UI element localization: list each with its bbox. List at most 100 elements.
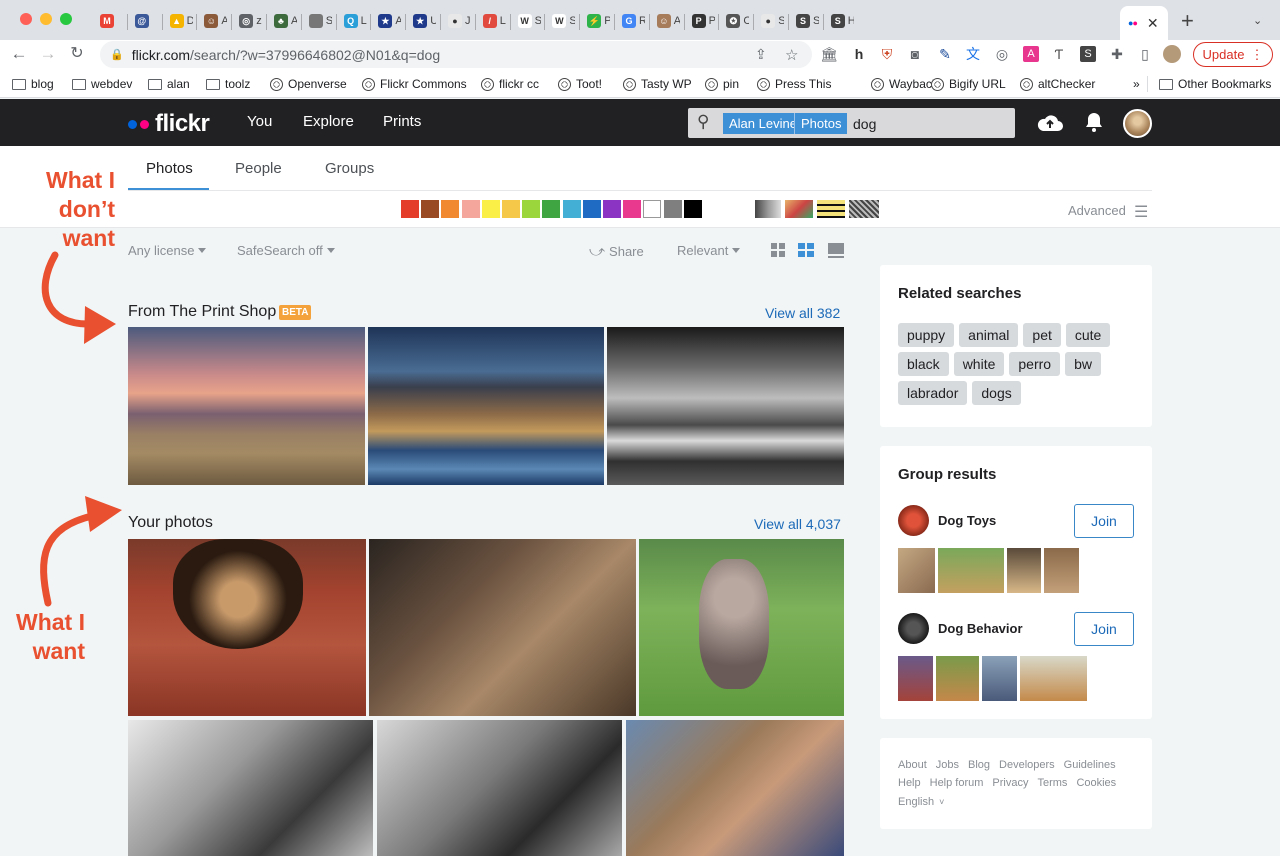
forward-arrow-icon[interactable]: → — [39, 44, 57, 64]
color-filter-swatch[interactable] — [502, 200, 520, 218]
filter-shallow-depth-swatch[interactable] — [785, 200, 813, 218]
browser-tab[interactable]: ♣Ar — [269, 6, 297, 36]
browser-tab[interactable]: ◎za — [234, 6, 262, 36]
close-window-button[interactable] — [20, 13, 32, 25]
browser-tab[interactable]: SHe — [826, 6, 854, 36]
bookmark-item[interactable]: Bigify URL — [931, 75, 1006, 93]
join-dog-toys-button[interactable]: Join — [1074, 504, 1134, 538]
advanced-search-link[interactable]: Advanced — [1068, 203, 1126, 218]
footer-link[interactable]: Guidelines — [1064, 759, 1116, 771]
join-dog-behavior-button[interactable]: Join — [1074, 612, 1134, 646]
bookmark-item[interactable]: blog — [12, 75, 54, 93]
browser-tab[interactable]: ⚡Po — [582, 6, 610, 36]
color-filter-swatch[interactable] — [441, 200, 459, 218]
address-bar[interactable]: 🔒 flickr.com/search/?w=37996646802@N01&q… — [100, 41, 812, 68]
minimize-window-button[interactable] — [40, 13, 52, 25]
profile-avatar[interactable] — [1163, 45, 1181, 63]
group-thumb[interactable] — [1007, 548, 1041, 593]
extension-camera-icon[interactable]: ◙ — [906, 44, 924, 64]
related-tag[interactable]: black — [898, 352, 949, 376]
bookmark-star-icon[interactable]: ☆ — [785, 46, 798, 64]
search-icon[interactable]: ⚲ — [697, 112, 709, 132]
browser-tab[interactable]: WSu — [513, 6, 541, 36]
nav-you[interactable]: You — [247, 113, 272, 130]
bookmark-item[interactable]: Tasty WP — [623, 75, 692, 93]
extension-s-icon[interactable]: S — [1080, 46, 1096, 62]
related-tag[interactable]: animal — [959, 323, 1018, 347]
bookmark-item[interactable]: toolz — [206, 75, 250, 93]
browser-tab[interactable]: ▲Da — [165, 6, 193, 36]
browser-tab[interactable]: M — [95, 6, 123, 36]
print-shop-view-all-link[interactable]: View all 382 — [765, 305, 840, 321]
browser-tab[interactable]: ★Ur — [408, 6, 436, 36]
tab-groups[interactable]: Groups — [325, 160, 374, 177]
bookmark-item[interactable]: flickr cc — [481, 75, 539, 93]
footer-link[interactable]: Developers — [999, 759, 1055, 771]
browser-tab[interactable]: ●Ju — [443, 6, 471, 36]
side-panel-icon[interactable]: ▯ — [1136, 44, 1154, 64]
print-shop-photo-bw-clouds[interactable] — [607, 327, 844, 485]
print-shop-photo-desert[interactable] — [128, 327, 365, 485]
browser-tab[interactable]: ●Se — [756, 6, 784, 36]
tab-search-icon[interactable]: ⌄ — [1253, 14, 1262, 27]
reload-icon[interactable]: ↻ — [68, 44, 86, 64]
nav-prints[interactable]: Prints — [383, 113, 421, 130]
flickr-logo[interactable]: flickr — [128, 110, 209, 138]
color-filter-swatch[interactable] — [401, 200, 419, 218]
group-thumb[interactable] — [936, 656, 979, 701]
search-chip-photos[interactable]: Photos — [795, 113, 847, 134]
browser-tab[interactable]: /Lo — [478, 6, 506, 36]
search-query[interactable]: dog — [853, 116, 876, 132]
related-tag[interactable]: white — [954, 352, 1005, 376]
related-tag[interactable]: pet — [1023, 323, 1060, 347]
group-thumb[interactable] — [938, 548, 1004, 593]
browser-tab[interactable]: GRo — [617, 6, 645, 36]
footer-link[interactable]: Blog — [968, 759, 990, 771]
browser-tab[interactable]: @ — [130, 6, 158, 36]
browser-tab[interactable]: Se — [304, 6, 332, 36]
extension-museum-icon[interactable]: 🏛 — [820, 44, 838, 64]
color-filter-swatch[interactable] — [603, 200, 621, 218]
your-photo-dog-with-man[interactable] — [626, 720, 844, 856]
group-thumb[interactable] — [982, 656, 1017, 701]
color-filter-swatch[interactable] — [684, 200, 702, 218]
browser-tab[interactable]: ☺A : — [199, 6, 227, 36]
filter-patterns-swatch[interactable] — [849, 200, 879, 218]
safesearch-filter[interactable]: SafeSearch off — [237, 243, 335, 258]
print-shop-photo-mountains[interactable] — [368, 327, 604, 485]
group-name-dog-behavior[interactable]: Dog Behavior — [938, 621, 1023, 636]
group-thumb[interactable] — [898, 548, 935, 593]
bookmark-item[interactable]: alan — [148, 75, 190, 93]
extension-a-icon[interactable]: A — [1023, 46, 1039, 62]
browser-tab[interactable]: ✪Cc — [721, 6, 749, 36]
related-tag[interactable]: cute — [1066, 323, 1110, 347]
color-filter-swatch[interactable] — [462, 200, 480, 218]
bookmark-item[interactable]: Toot! — [558, 75, 602, 93]
back-arrow-icon[interactable]: ← — [10, 44, 28, 64]
footer-link[interactable]: Cookies — [1076, 777, 1116, 789]
user-avatar[interactable] — [1123, 109, 1152, 138]
extension-circle-icon[interactable]: ◎ — [993, 44, 1011, 64]
bookmark-item[interactable]: pin — [705, 75, 739, 93]
related-tag[interactable]: bw — [1065, 352, 1101, 376]
color-filter-swatch[interactable] — [522, 200, 540, 218]
footer-link[interactable]: Help — [898, 777, 921, 789]
extension-h-icon[interactable]: h — [850, 44, 868, 64]
nav-explore[interactable]: Explore — [303, 113, 354, 130]
browser-tab[interactable]: ☺Ab — [652, 6, 680, 36]
bookmark-item[interactable]: altChecker — [1020, 75, 1095, 93]
color-filter-swatch[interactable] — [643, 200, 661, 218]
browser-tab[interactable]: WSu — [547, 6, 575, 36]
bookmark-item[interactable]: Openverse — [270, 75, 347, 93]
extension-shield-icon[interactable]: ⛨ — [878, 44, 896, 64]
language-selector[interactable]: English ˅ — [898, 796, 944, 808]
extension-translate-icon[interactable]: 文 — [964, 44, 982, 64]
other-bookmarks-folder[interactable]: Other Bookmarks — [1159, 75, 1271, 93]
more-bookmarks-button[interactable]: » — [1133, 75, 1140, 93]
bookmark-item[interactable]: Press This — [757, 75, 831, 93]
sort-dropdown[interactable]: Relevant — [677, 243, 740, 258]
footer-link[interactable]: Help forum — [930, 777, 984, 789]
related-tag[interactable]: labrador — [898, 381, 967, 405]
related-tag[interactable]: perro — [1009, 352, 1060, 376]
share-page-icon[interactable]: ⇪ — [755, 46, 767, 63]
